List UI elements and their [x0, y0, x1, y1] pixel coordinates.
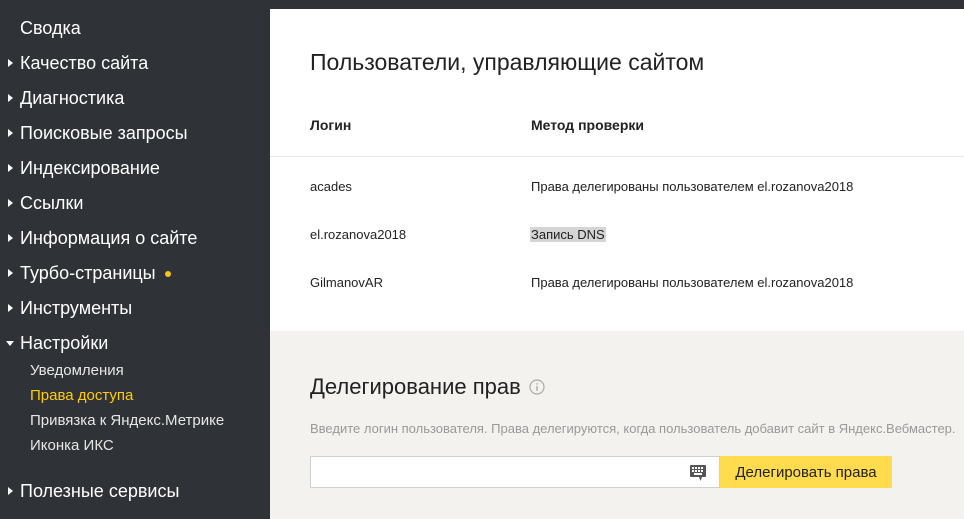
sidebar-item-indexing[interactable]: Индексирование: [0, 154, 160, 182]
info-icon[interactable]: [529, 379, 545, 395]
chevron-down-icon: [0, 340, 20, 346]
delegation-title: Делегирование прав: [310, 374, 521, 399]
delegate-rights-button[interactable]: Делегировать права: [720, 456, 892, 488]
column-header-login: Логин: [310, 117, 352, 133]
chevron-right-icon: [0, 164, 20, 172]
sidebar-item-site-quality[interactable]: Качество сайта: [0, 49, 148, 77]
sidebar-item-site-info[interactable]: Информация о сайте: [0, 224, 197, 252]
user-login: GilmanovAR: [310, 275, 383, 290]
chevron-right-icon: [0, 487, 20, 495]
login-input[interactable]: [310, 456, 720, 488]
verification-method: Права делегированы пользователем el.roza…: [531, 179, 854, 194]
chevron-right-icon: [0, 129, 20, 137]
sidebar-item-links[interactable]: Ссылки: [0, 189, 83, 217]
sidebar-item-label: Инструменты: [20, 297, 133, 318]
user-login: acades: [310, 179, 352, 194]
keyboard-icon[interactable]: [689, 464, 707, 487]
chevron-right-icon: [0, 269, 20, 277]
sidebar-item-tools[interactable]: Инструменты: [0, 294, 132, 322]
sidebar-item-label: Полезные сервисы: [20, 480, 180, 501]
verification-method: Права делегированы пользователем el.roza…: [531, 275, 854, 290]
sidebar-item-summary[interactable]: Сводка: [0, 14, 81, 42]
delegation-panel: Делегирование прав Введите логин пользов…: [270, 331, 964, 519]
sidebar-subitem-iks-icon[interactable]: Иконка ИКС: [30, 435, 114, 457]
sidebar-item-label: Качество сайта: [20, 52, 149, 73]
chevron-right-icon: [0, 304, 20, 312]
sidebar-item-label: Диагностика: [20, 87, 125, 108]
sidebar-item-label: Информация о сайте: [20, 227, 198, 248]
sidebar-item-label: Турбо-страницы: [20, 262, 156, 283]
sidebar-item-label: Настройки: [20, 332, 109, 353]
sidebar-item-label: Поисковые запросы: [20, 122, 188, 143]
chevron-right-icon: [0, 94, 20, 102]
sidebar-subitem-metrika-binding[interactable]: Привязка к Яндекс.Метрике: [30, 410, 224, 432]
sidebar-item-label: Индексирование: [20, 157, 160, 178]
page-title: Пользователи, управляющие сайтом: [310, 49, 705, 75]
chevron-right-icon: [0, 199, 20, 207]
column-header-method: Метод проверки: [531, 117, 645, 133]
sidebar-item-search-queries[interactable]: Поисковые запросы: [0, 119, 188, 147]
delegation-hint: Введите логин пользователя. Права делеги…: [310, 421, 956, 436]
sidebar-item-diagnostics[interactable]: Диагностика: [0, 84, 124, 112]
sidebar-item-label: Сводка: [20, 17, 81, 38]
sidebar-item-label: Ссылки: [20, 192, 84, 213]
notification-dot-icon: [164, 271, 171, 277]
sidebar-subitem-access-rights[interactable]: Права доступа: [30, 385, 133, 407]
sidebar-item-turbo-pages[interactable]: Турбо-страницы: [0, 259, 171, 287]
sidebar-item-settings[interactable]: Настройки: [0, 329, 108, 357]
sidebar-subitem-notifications[interactable]: Уведомления: [30, 360, 124, 382]
sidebar-item-useful-services[interactable]: Полезные сервисы: [0, 477, 179, 505]
verification-method: Запись DNS: [530, 227, 606, 242]
chevron-right-icon: [0, 59, 20, 67]
site-users-panel: Пользователи, управляющие сайтом Логин М…: [270, 9, 964, 331]
divider: [270, 156, 964, 157]
chevron-right-icon: [0, 234, 20, 242]
sidebar: Сводка Качество сайта Диагностика Поиско…: [0, 0, 270, 519]
user-login: el.rozanova2018: [310, 227, 407, 242]
